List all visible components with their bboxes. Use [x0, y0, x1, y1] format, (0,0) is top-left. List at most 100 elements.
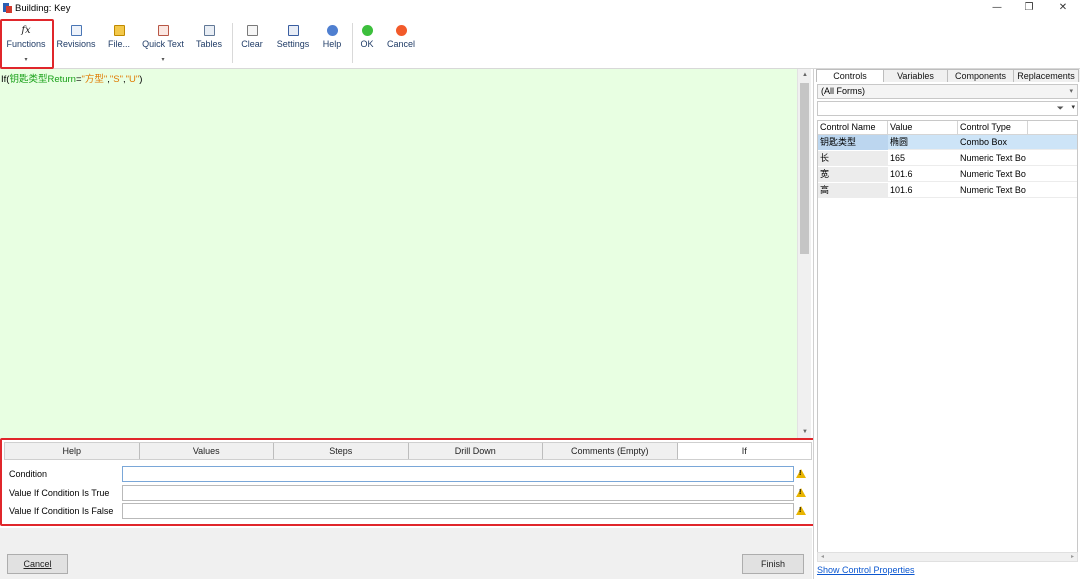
tab-if[interactable]: If — [677, 443, 811, 459]
settings-icon — [287, 25, 299, 36]
tab-replacements[interactable]: Replacements — [1013, 69, 1079, 82]
tab-help[interactable]: Help — [5, 443, 140, 459]
window-title: Building: Key — [15, 3, 71, 14]
value-cell: 椭圆 — [890, 137, 909, 147]
quick-text-dropdown-icon[interactable]: ▾ — [139, 56, 187, 63]
revisions-button[interactable]: Revisions — [55, 22, 97, 66]
table-icon — [203, 25, 215, 36]
help-icon — [326, 25, 338, 36]
close-paren-token: ) — [139, 74, 143, 85]
restore-button[interactable]: ❐ — [1012, 0, 1046, 17]
scroll-right-icon[interactable]: ▸ — [1071, 553, 1074, 562]
grid-header: Control Name Value Control Type — [818, 121, 1077, 135]
help-button[interactable]: Help — [320, 22, 344, 66]
toolbar: fx Functions ▾ Revisions File... Quick T… — [0, 17, 1080, 69]
tables-label: Tables — [195, 39, 222, 49]
control-name-cell: 长 — [818, 151, 888, 166]
control-type-cell: Numeric Text Bo — [960, 169, 1026, 179]
tab-variables[interactable]: Variables — [883, 69, 948, 82]
false-value-label: Value If Condition Is False — [9, 506, 114, 516]
finish-button[interactable]: Finish — [742, 554, 804, 574]
form-filter-select[interactable]: (All Forms) ▾ — [817, 84, 1078, 99]
control-type-cell: Combo Box — [960, 137, 1008, 147]
true-value-label: Value If Condition Is True — [9, 488, 110, 498]
warning-icon: ! — [796, 506, 806, 515]
control-type-cell: Numeric Text Bo — [960, 153, 1026, 163]
ok-button[interactable]: OK — [357, 22, 377, 66]
tables-button[interactable]: Tables — [193, 22, 225, 66]
control-search-input[interactable] — [817, 101, 1078, 116]
formula-editor[interactable]: If(钥匙类型Return="方型","S","U") — [0, 69, 797, 438]
file-label: File... — [107, 39, 130, 49]
control-name-cell: 钥匙类型 — [818, 135, 888, 150]
revisions-label: Revisions — [56, 39, 96, 49]
column-control-type[interactable]: Control Type — [958, 121, 1028, 135]
quick-text-label: Quick Text — [142, 39, 184, 49]
table-row[interactable]: 长 165 Numeric Text Bo — [818, 151, 1077, 166]
scrollbar-thumb[interactable] — [800, 83, 809, 254]
file-button[interactable]: File... — [104, 22, 134, 66]
form-filter-value: (All Forms) — [821, 86, 865, 96]
settings-label: Settings — [276, 39, 310, 49]
string-token: "S" — [109, 74, 124, 85]
tab-drill-down[interactable]: Drill Down — [409, 443, 543, 459]
cancel-toolbar-button[interactable]: Cancel — [385, 22, 417, 66]
string-token: "U" — [125, 74, 140, 85]
green-circle-icon — [361, 25, 373, 36]
cancel-button[interactable]: Cancel — [7, 554, 68, 574]
true-value-input[interactable] — [122, 485, 794, 501]
value-cell: 165 — [890, 153, 906, 163]
control-type-cell: Numeric Text Bo — [960, 185, 1026, 195]
chevron-down-icon: ▾ — [1069, 88, 1073, 95]
document-icon — [70, 25, 82, 36]
warning-icon: ! — [796, 488, 806, 497]
file-icon — [113, 25, 125, 36]
warning-icon: ! — [796, 469, 806, 478]
properties-tabs: Help Values Steps Drill Down Comments (E… — [4, 442, 812, 460]
grid-horizontal-scrollbar[interactable]: ◂ ▸ — [817, 552, 1078, 562]
table-row[interactable]: 钥匙类型 椭圆 Combo Box — [818, 135, 1077, 150]
tab-comments[interactable]: Comments (Empty) — [543, 443, 678, 459]
tab-steps[interactable]: Steps — [274, 443, 409, 459]
table-row[interactable]: 宽 101.6 Numeric Text Bo — [818, 167, 1077, 182]
column-control-name[interactable]: Control Name — [818, 121, 888, 135]
minimize-button[interactable]: — — [980, 0, 1014, 17]
controls-panel: Controls Variables Components Replacemen… — [813, 69, 1080, 579]
formula-text: If(钥匙类型Return="方型","S","U") — [1, 71, 142, 85]
app-logo-icon — [3, 3, 12, 13]
column-value[interactable]: Value — [888, 121, 958, 135]
table-row[interactable]: 高 101.6 Numeric Text Bo — [818, 183, 1077, 198]
toolbar-divider — [232, 23, 233, 63]
quick-text-button[interactable]: Quick Text ▾ — [139, 22, 187, 66]
dialog-footer: Cancel Finish — [0, 528, 812, 579]
control-token: 钥匙类型Return — [9, 74, 76, 85]
tab-values[interactable]: Values — [140, 443, 274, 459]
control-name-cell: 高 — [818, 183, 888, 198]
close-button[interactable]: ✕ — [1046, 0, 1080, 17]
control-name-cell: 宽 — [818, 167, 888, 182]
clear-label: Clear — [241, 39, 263, 49]
settings-button[interactable]: Settings — [273, 22, 313, 66]
quick-text-icon — [157, 25, 169, 36]
if-properties-panel: Help Values Steps Drill Down Comments (E… — [0, 438, 815, 526]
clear-button[interactable]: Clear — [238, 22, 266, 66]
tab-components[interactable]: Components — [947, 69, 1014, 82]
red-circle-icon — [395, 25, 407, 36]
tab-controls[interactable]: Controls — [816, 69, 884, 82]
scroll-down-icon[interactable]: ▼ — [798, 429, 812, 435]
scroll-up-icon[interactable]: ▲ — [798, 72, 812, 78]
right-panel-tabs: Controls Variables Components Replacemen… — [816, 69, 1080, 82]
value-cell: 101.6 — [890, 169, 913, 179]
value-cell: 101.6 — [890, 185, 913, 195]
cancel-toolbar-label: Cancel — [386, 39, 415, 49]
false-value-input[interactable] — [122, 503, 794, 519]
condition-label: Condition — [9, 469, 48, 479]
toolbar-divider — [352, 23, 353, 63]
scroll-left-icon[interactable]: ◂ — [821, 553, 824, 562]
show-control-properties-link[interactable]: Show Control Properties — [817, 565, 915, 575]
ok-label: OK — [360, 39, 374, 49]
editor-scrollbar[interactable]: ▲ ▼ — [797, 69, 811, 438]
title-bar: Building: Key — ❐ ✕ — [0, 0, 1080, 17]
help-label: Help — [322, 39, 342, 49]
condition-input[interactable] — [122, 466, 794, 482]
